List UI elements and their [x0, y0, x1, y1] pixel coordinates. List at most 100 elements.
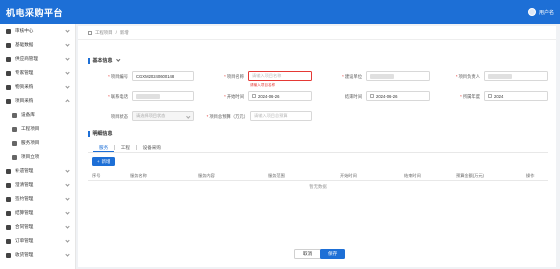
building-icon [12, 126, 17, 132]
breadcrumb: 工程项目 / 新增 [78, 26, 556, 40]
breadcrumb-current: 新增 [119, 29, 129, 35]
end-time-picker[interactable]: 2024-06-26 [366, 91, 430, 101]
user-icon [6, 28, 11, 34]
chevron-down-icon [65, 84, 70, 89]
sidebar-item-supplement[interactable]: 补遗管理 [0, 164, 75, 178]
flag-icon [6, 196, 11, 202]
calendar-icon [252, 94, 256, 98]
sidebar-item-initiation[interactable]: 项目立项 [0, 150, 75, 164]
contact-phone-input[interactable] [132, 91, 194, 101]
year-picker[interactable]: 2024 [484, 91, 548, 101]
project-name-input[interactable]: 请输入项目名称 [248, 71, 312, 81]
chevron-down-icon [65, 210, 70, 215]
home-icon [88, 30, 92, 35]
top-bar: 机电采购平台 用户名 [0, 0, 560, 24]
chevron-down-icon [65, 196, 70, 201]
chevron-down-icon [65, 168, 70, 173]
plus-icon: + [97, 159, 100, 164]
chevron-down-icon [65, 28, 70, 33]
column-header: 开始时间 [340, 173, 357, 178]
chevron-down-icon [65, 182, 70, 187]
sidebar-item-service[interactable]: 服务项目 [0, 136, 75, 150]
app-title: 机电采购平台 [6, 7, 64, 18]
user-menu[interactable]: 用户名 [527, 8, 560, 16]
build-unit-input[interactable] [366, 71, 430, 81]
column-header: 服务内容 [198, 173, 215, 178]
sidebar: 审核中心 基础数据 供应商管理 专家管理 物资采购 项目采购 设备库 工程项目 … [0, 24, 76, 269]
column-header: 服务名称 [130, 173, 147, 178]
breadcrumb-parent[interactable]: 工程项目 [95, 30, 113, 36]
sidebar-item-settlement[interactable]: 结算管理 [0, 206, 75, 220]
table-header: 序号 服务名称 服务内容 服务范围 开始时间 结束时间 预算金额(万元) 操作 [88, 171, 548, 181]
avatar [527, 8, 536, 16]
redacted-value [488, 73, 512, 79]
document-icon [6, 182, 11, 188]
sidebar-item-basic-data[interactable]: 基础数据 [0, 38, 75, 52]
gear-icon [12, 112, 17, 118]
person-icon [6, 70, 11, 76]
file-icon [6, 224, 11, 230]
database-icon [6, 42, 11, 48]
chevron-down-icon [185, 114, 190, 119]
list-icon [12, 154, 17, 160]
calendar-icon [488, 94, 492, 98]
service-icon [12, 140, 17, 146]
build-unit-label: *建设单位 [342, 74, 362, 79]
budget-input[interactable]: 请输入项目总预算 [250, 111, 312, 121]
sidebar-item-clarify[interactable]: 澄清管理 [0, 178, 75, 192]
cancel-button[interactable]: 取消 [294, 249, 322, 259]
sidebar-item-receipt[interactable]: 收货管理 [0, 248, 75, 262]
tab-engineering[interactable]: 工程 [115, 143, 136, 152]
sidebar-item-material[interactable]: 物资采购 [0, 80, 75, 94]
column-header: 预算金额(万元) [456, 173, 484, 178]
sidebar-item-supplier[interactable]: 供应商管理 [0, 52, 75, 66]
chevron-down-icon [115, 57, 120, 62]
detail-info-title: 明细信息 [88, 130, 113, 137]
sidebar-item-equipment[interactable]: 设备库 [0, 108, 75, 122]
user-name: 用户名 [538, 9, 554, 16]
chevron-down-icon [65, 252, 70, 257]
chevron-up-icon [65, 99, 70, 104]
year-label: *所属年度 [460, 94, 480, 99]
box-icon [6, 84, 11, 90]
redacted-value [370, 73, 394, 79]
project-name-error: 请输入项目名称 [250, 83, 276, 87]
chevron-down-icon [65, 238, 70, 243]
basic-info-title[interactable]: 基本信息 [88, 57, 120, 64]
sidebar-item-audit[interactable]: 审核中心 [0, 24, 75, 38]
detail-tabs: 服务 工程 设备采购 [93, 143, 167, 152]
project-leader-input[interactable] [484, 71, 548, 81]
sidebar-item-project[interactable]: 项目采购 [0, 94, 75, 108]
empty-state: 暂无数据 [309, 184, 327, 189]
chevron-down-icon [65, 42, 70, 47]
project-code-field[interactable]: CGXM20240600148 [132, 71, 194, 81]
start-time-picker[interactable]: 2024-06-26 [248, 91, 312, 101]
truck-icon [6, 252, 11, 258]
grid-icon [6, 56, 11, 62]
folder-icon [6, 98, 11, 104]
clipboard-icon [6, 168, 11, 174]
save-button[interactable]: 保存 [320, 249, 346, 259]
sidebar-item-contract-sign[interactable]: 签约管理 [0, 192, 75, 206]
add-row-button[interactable]: + 新增 [92, 157, 116, 166]
tab-service[interactable]: 服务 [93, 143, 115, 152]
sidebar-item-engineering[interactable]: 工程项目 [0, 122, 75, 136]
project-status-select[interactable]: 请选择项目状态 [132, 111, 194, 121]
sidebar-item-expert[interactable]: 专家管理 [0, 66, 75, 80]
chevron-down-icon [65, 224, 70, 229]
column-header: 服务范围 [268, 173, 285, 178]
chevron-down-icon [65, 70, 70, 75]
project-status-label: 项目状态 [110, 114, 128, 119]
start-time-label: *开始时间 [224, 94, 244, 99]
column-header: 结束时间 [404, 173, 421, 178]
sidebar-item-order[interactable]: 订单管理 [0, 234, 75, 248]
redacted-value [136, 93, 160, 99]
column-header: 操作 [526, 173, 535, 178]
contact-phone-label: *联系电话 [108, 94, 128, 99]
project-leader-label: *项目负责人 [455, 74, 480, 79]
column-header: 序号 [92, 173, 101, 178]
project-code-label: *项目编号 [108, 74, 128, 79]
tab-equipment[interactable]: 设备采购 [137, 143, 167, 152]
sidebar-item-contract[interactable]: 合同管理 [0, 220, 75, 234]
budget-label: *项目总预算（万元） [206, 114, 248, 119]
